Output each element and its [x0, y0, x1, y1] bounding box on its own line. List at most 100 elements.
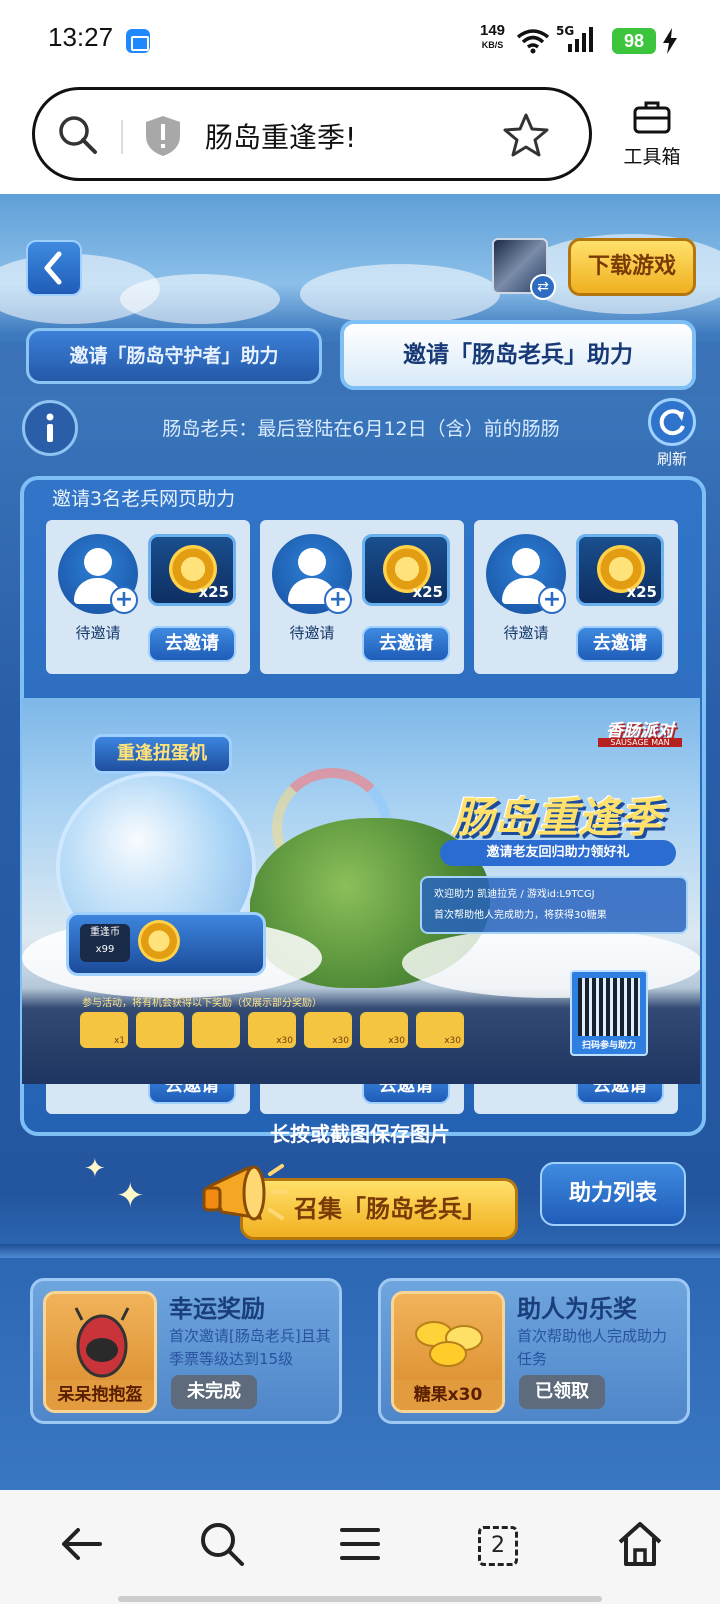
- network-speed-unit: KB/S: [481, 40, 504, 50]
- welcome-line: 首次帮助他人完成助力，将获得30糖果: [434, 910, 607, 921]
- cloud: [402, 928, 700, 998]
- slot-status: 待邀请: [503, 624, 549, 642]
- toolbox-button[interactable]: 工具箱: [612, 100, 692, 169]
- reward-title: 幸运奖励: [169, 1295, 265, 1323]
- machine-coin-label: 重逢币: [90, 927, 120, 938]
- search-icon[interactable]: [57, 114, 99, 156]
- tabs-button[interactable]: 2: [478, 1526, 518, 1566]
- search-icon[interactable]: [192, 1514, 252, 1574]
- machine-coin-box: 重逢币 x99: [80, 924, 130, 962]
- megaphone-icon: [202, 1164, 288, 1221]
- reward-item: x30: [304, 1012, 352, 1048]
- info-button[interactable]: [22, 400, 78, 456]
- slot-status: 待邀请: [75, 624, 121, 642]
- section-divider: [0, 1244, 720, 1258]
- reward-item: x1: [80, 1012, 128, 1048]
- info-text: 肠岛老兵：最后登陆在6月12日（含）前的肠肠: [162, 418, 560, 440]
- back-button[interactable]: [26, 240, 82, 296]
- menu-icon[interactable]: [330, 1514, 390, 1574]
- invite-panel-title: 邀请3名老兵网页助力: [52, 488, 236, 510]
- back-arrow-icon[interactable]: [52, 1514, 112, 1574]
- reward-desc: 首次邀请[肠岛老兵]且其季票等级达到15级: [169, 1327, 331, 1368]
- tab-guardian[interactable]: 邀请「肠岛守护者」助力: [26, 328, 322, 384]
- reward-card-lucky: 呆呆抱抱盔 幸运奖励 首次邀请[肠岛老兵]且其季票等级达到15级 未完成: [30, 1278, 342, 1424]
- sparkle-icon: ✦: [84, 1154, 106, 1184]
- reward-image: 呆呆抱抱盔: [43, 1291, 157, 1413]
- reward-image: 糖果x30: [391, 1291, 505, 1413]
- status-badge: 已领取: [519, 1375, 605, 1409]
- sparkle-icon: ✦: [116, 1176, 145, 1216]
- refresh-button[interactable]: [648, 398, 696, 446]
- reward-count: x25: [626, 583, 657, 601]
- reward-item: x30: [248, 1012, 296, 1048]
- status-badge: 未完成: [171, 1375, 257, 1409]
- save-image-tip: 长按或截图保存图片: [270, 1122, 450, 1146]
- reward-box: x25: [576, 534, 664, 606]
- reward-title: 助人为乐奖: [517, 1295, 637, 1323]
- address-bar[interactable]: 肠岛重逢季!: [32, 87, 592, 181]
- network-speed: 149 KB/S: [480, 22, 506, 52]
- rewards-caption: 参与活动，将有机会获得以下奖励（仅展示部分奖励）: [82, 998, 322, 1009]
- reward-desc: 首次帮助他人完成助力任务: [517, 1327, 668, 1368]
- divider: [121, 120, 123, 154]
- reward-item-name: 呆呆抱抱盔: [46, 1380, 154, 1410]
- reward-count: x25: [198, 583, 229, 601]
- poster-headline: 肠岛重逢季: [451, 793, 662, 842]
- browser-bottom-bar: 2: [0, 1490, 720, 1604]
- slot-status: 待邀请: [289, 624, 335, 642]
- page-title[interactable]: 肠岛重逢季!: [205, 116, 356, 156]
- wifi-icon: [516, 29, 550, 54]
- assist-list-button[interactable]: 助力列表: [540, 1162, 686, 1226]
- helmet-icon: [74, 1307, 130, 1378]
- welcome-box: 欢迎助力 凯迪拉克 / 游戏id:L9TCGJ 首次帮助他人完成助力，将获得30…: [420, 876, 688, 934]
- tab-veteran[interactable]: 邀请「肠岛老兵」助力: [340, 320, 696, 390]
- invite-button[interactable]: 去邀请: [148, 626, 236, 662]
- reward-card-helper: 糖果x30 助人为乐奖 首次帮助他人完成助力任务 已领取: [378, 1278, 690, 1424]
- gesture-bar: [118, 1596, 602, 1602]
- toolbox-icon: [633, 101, 671, 134]
- toolbox-label: 工具箱: [623, 146, 681, 168]
- clock: 13:27: [48, 22, 114, 52]
- reward-box: x25: [362, 534, 450, 606]
- signal-icon: [568, 27, 593, 52]
- home-icon[interactable]: [610, 1514, 670, 1574]
- chevron-left-icon: [44, 251, 62, 285]
- invite-button[interactable]: 去邀请: [576, 626, 664, 662]
- reward-item-name: 糖果x30: [394, 1380, 502, 1410]
- reward-item: [136, 1012, 184, 1048]
- switch-account-icon[interactable]: ⇄: [530, 274, 556, 300]
- notification-app-icon: [126, 29, 150, 53]
- machine-label: 重逢扭蛋机: [92, 734, 232, 774]
- qr-label: 扫码参与助力: [581, 1041, 636, 1051]
- network-speed-value: 149: [480, 22, 506, 39]
- cloud: [120, 274, 280, 324]
- invite-button[interactable]: 去邀请: [362, 626, 450, 662]
- welcome-line: 欢迎助力 凯迪拉克 / 游戏id:L9TCGJ: [434, 889, 595, 900]
- plus-icon: +: [324, 586, 352, 614]
- refresh-icon: [659, 409, 685, 436]
- charging-icon: [663, 28, 677, 54]
- plus-icon: +: [110, 586, 138, 614]
- candy-icon: [415, 1321, 483, 1367]
- poster-subheadline: 邀请老友回归助力领好礼: [440, 840, 676, 866]
- battery-indicator: 98: [612, 28, 656, 54]
- star-icon[interactable]: [503, 112, 549, 158]
- info-icon: [46, 413, 54, 442]
- brand-logo-en: SAUSAGE MAN: [598, 738, 682, 747]
- cloud: [300, 264, 500, 324]
- reward-item: x30: [416, 1012, 464, 1048]
- reward-item: [192, 1012, 240, 1048]
- qr-code-box: 扫码参与助力: [570, 970, 648, 1056]
- shield-icon[interactable]: [143, 114, 183, 158]
- reward-items-row: x1 x30 x30 x30 x30: [80, 1012, 480, 1052]
- qr-code: [578, 978, 640, 1036]
- status-bar: 13:27 149 KB/S 5G 98: [0, 0, 720, 80]
- download-game-button[interactable]: 下载游戏: [568, 238, 696, 296]
- share-poster[interactable]: 重逢扭蛋机 重逢币 x99 香肠派对 SAUSAGE MAN 肠岛重逢季 邀请老…: [22, 698, 700, 1084]
- refresh-label: 刷新: [656, 450, 687, 468]
- machine-coin-count: x99: [95, 944, 115, 955]
- coin-slot-icon: [138, 920, 180, 962]
- reward-item: x30: [360, 1012, 408, 1048]
- plus-icon: +: [538, 586, 566, 614]
- reward-box: x25: [148, 534, 236, 606]
